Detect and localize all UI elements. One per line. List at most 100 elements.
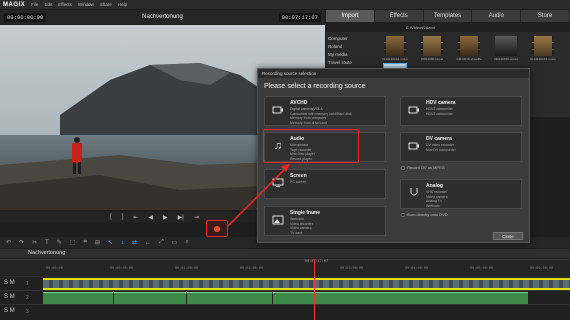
timeline-ruler[interactable]: 00:07:17:07 00:00:00 00:00:05:00 00:01:0… [0,259,570,275]
option-desc: DV video recorder Mini DV camcorder [426,143,456,152]
tab-templates[interactable]: Templates [423,10,473,22]
audio-clip[interactable] [187,292,272,304]
ruler-tick: 00:03:00:00 [340,267,364,271]
option-hdv[interactable]: HDV camera HDV2 camcorder HDV2 camcorder [400,96,522,126]
app-logo: MAGIX [3,1,26,8]
audio-clip[interactable] [43,292,113,304]
vertical-move-icon[interactable]: ↕ [121,240,124,246]
stretch-icon[interactable]: ↔ [145,240,151,246]
go-start-button[interactable]: ⇤ [133,214,138,221]
timeline-tab-bar: Nachvertonung [0,249,570,258]
checkbox-label: Record DV as MPEG [407,165,445,170]
menu-edit[interactable]: Edit [44,2,52,7]
timeline-tab[interactable]: Nachvertonung [28,250,65,256]
timecode-left[interactable]: 00:00:00:00 [4,12,47,22]
tab-import[interactable]: Import [326,10,375,22]
option-desc: HDV2 camcorder HDV2 camcorder [426,107,453,116]
option-analog[interactable]: Analog VHS recorder Video camera Analog … [400,179,522,209]
checkbox-box [401,165,405,170]
pointer-icon[interactable]: ↖ [108,239,113,246]
zoom-icon[interactable]: ⌕ [185,239,188,246]
redo-icon[interactable]: ↷ [19,239,24,246]
track-solo-mute[interactable]: S M [4,294,15,300]
camera-icon [272,104,284,116]
frame-icon[interactable]: ⬚ [70,239,76,246]
timecode-right[interactable]: 00:07:17:07 [278,12,321,22]
film-icon [458,36,480,56]
audio-clip[interactable] [114,292,186,304]
mark-out-button[interactable]: ] [122,214,124,220]
thumbnail-caption: 0124120Ab4-mune [530,57,556,61]
pen-icon[interactable]: ✎ [57,239,62,246]
swap-icon[interactable]: ⇄ [132,239,137,246]
close-button[interactable]: Close [493,232,523,240]
media-thumbnail[interactable]: 040190666-vortex [489,36,523,61]
media-pool-tabs: Import Effects Templates Audio Store [326,10,570,22]
menu-help[interactable]: Help [118,2,127,7]
tab-store[interactable]: Store [521,10,570,22]
preview-header: 00:00:00:00 Nachvertonung 00:07:17:07 [0,10,325,24]
media-thumbnail[interactable]: 04812060-Island [415,36,449,61]
playhead[interactable] [314,259,315,320]
option-screen[interactable]: Screen PC screen [264,169,386,199]
option-dv[interactable]: DV camera DV video recorder Mini DV camc… [400,132,522,162]
play-button[interactable]: ▶ [163,214,168,221]
path-bar[interactable]: C:\Videos\Island [326,22,570,32]
track-row: S M 1 [0,276,570,290]
tab-effects[interactable]: Effects [374,10,424,22]
track-row: S M 2 [0,290,570,304]
record-button[interactable] [206,220,228,237]
audio-option-highlight [263,129,359,163]
track-solo-mute[interactable]: S M [4,308,15,314]
rewind-button[interactable]: ◀ [148,214,153,221]
ruler-position-label: 00:07:17:07 [305,260,329,264]
track-number: 1 [26,281,29,287]
forward-button[interactable]: ▶| [178,214,184,221]
menu-share[interactable]: Share [100,2,112,7]
media-thumbnail[interactable]: 0124120Ab4-mune [526,36,560,61]
go-end-button[interactable]: ⇥ [194,214,199,221]
option-avchd[interactable]: AVCHD Digital camera(VCLA Camcorder with… [264,96,386,126]
ruler-tick: 00:02:00:00 [240,267,264,271]
undo-icon[interactable]: ↶ [6,239,11,246]
track-number: 2 [26,295,29,301]
box-icon[interactable]: ▭ [172,239,178,246]
option-name: Single frame [290,210,321,216]
thumbnail-caption: 04813018-shwaffle [456,57,482,61]
folder-list: Computer Roland My media Travel route [326,34,376,66]
group-icon[interactable]: ⊟ [95,239,100,246]
dialog-title: Recording source selection [258,69,529,78]
film-icon [532,36,554,56]
folder-item[interactable]: My media [326,50,376,58]
grid-icon[interactable]: ⌗ [83,239,86,246]
audio-clip[interactable] [273,292,528,304]
folder-item[interactable]: Computer [326,34,376,42]
option-desc: PC screen [290,180,307,184]
tab-audio[interactable]: Audio [472,10,522,22]
film-icon [421,36,443,56]
dialog-heading: Please select a recording source [264,83,366,90]
folder-item[interactable]: Travel route [326,58,376,66]
video-clip[interactable] [43,278,570,290]
title-icon[interactable]: T [45,240,49,246]
cut-icon[interactable]: ✂ [32,239,37,246]
option-name: AVCHD [290,100,308,106]
picture-icon [272,214,284,226]
media-thumbnail[interactable]: 04813018-shwaffle [452,36,486,61]
record-dv-mpeg-checkbox[interactable]: Record DV as MPEG [401,165,445,170]
film-icon [384,36,406,56]
menu-file[interactable]: File [31,2,38,7]
expand-icon[interactable]: ⤢ [159,239,164,246]
option-single-frame[interactable]: Single frame Webcam Video recorder Video… [264,206,386,236]
media-thumbnail[interactable]: 0124120Ab4-mune [378,36,412,61]
track-solo-mute[interactable]: S M [4,280,15,286]
monitor-icon [272,177,284,189]
menu-effects[interactable]: Effects [58,2,72,7]
folder-item[interactable]: Roland [326,42,376,50]
camcorder-icon [408,104,420,116]
thumbnail-caption: 04812060-Island [420,57,444,61]
menu-window[interactable]: Window [78,2,94,7]
burn-dvd-checkbox[interactable]: Burn directly onto DVD [401,212,448,217]
option-name: DV camera [426,136,452,142]
mark-in-button[interactable]: [ [110,214,112,220]
